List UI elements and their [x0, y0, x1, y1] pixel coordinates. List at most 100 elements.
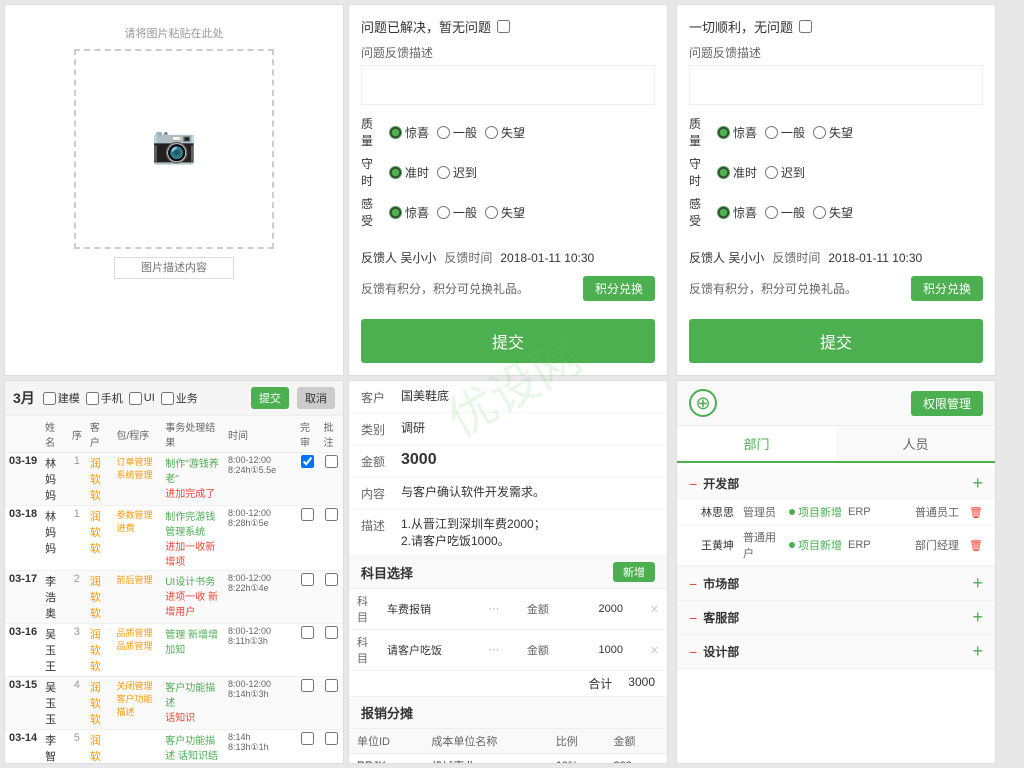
subject-delete-btn[interactable]: ✕ [631, 589, 667, 630]
detail-row-client: 客户 国美鞋底 [349, 381, 667, 413]
row-approve[interactable] [319, 624, 343, 677]
member-type: 普通员工 [915, 504, 959, 520]
type-value: 调研 [401, 419, 655, 436]
dept-collapse-btn[interactable]: − [689, 476, 697, 492]
row-name: 李智鱼 [41, 730, 68, 764]
submit-btn-left[interactable]: 提交 [361, 319, 655, 363]
row-name: 林妈妈 [41, 453, 68, 506]
rating-row-time-left: 守 时 准时 迟到 [361, 155, 655, 189]
row-approve[interactable] [319, 730, 343, 764]
dept-add-member-btn[interactable]: + [972, 607, 983, 628]
resolved-checkbox-right[interactable] [799, 20, 812, 33]
exchange-btn-right[interactable]: 积分兑换 [911, 276, 983, 301]
member-row: 王黄坤 普通用户 项目新增 ERP 部门经理 🗑 [677, 525, 995, 566]
row-date: 03-17 [5, 571, 41, 624]
subject-menu[interactable]: ··· [480, 589, 519, 630]
dept-collapse-btn[interactable]: − [689, 610, 697, 626]
row-result: 制作完游钱管理系统 进加一收新增项 [161, 506, 224, 571]
row-date: 03-18 [5, 506, 41, 571]
dept-name: 开发部 [703, 475, 739, 492]
row-done[interactable] [296, 506, 319, 571]
member-project: 项目新增 [789, 537, 842, 553]
row-done[interactable] [296, 571, 319, 624]
rating-row-quality-right: 质 量 惊喜 一般 失望 [689, 115, 983, 149]
subject-row: 科目 车费报销 ··· 金额 2000 ✕ [349, 589, 667, 630]
submit-btn-right[interactable]: 提交 [689, 319, 983, 363]
row-approve[interactable] [319, 453, 343, 506]
dept-name: 设计部 [703, 643, 739, 660]
row-time: 8:14h 8:13h①1h [224, 730, 296, 764]
dept-name: 市场部 [703, 575, 739, 592]
content-value: 与客户确认软件开发需求。 [401, 483, 655, 500]
task-cancel-btn[interactable]: 取消 [297, 387, 335, 409]
dept-collapse-btn[interactable]: − [689, 644, 697, 660]
quality-radio-group-right: 惊喜 一般 失望 [717, 124, 853, 141]
rights-btn[interactable]: 权限管理 [911, 391, 983, 416]
resolved-row-left: 问题已解决，暂无问题 [361, 17, 655, 36]
row-name: 吴玉玉 [41, 677, 68, 730]
subject-table: 科目 车费报销 ··· 金额 2000 ✕ 科目 请客户吃饭 ··· 金额 10… [349, 589, 667, 671]
col-done: 完审 [296, 416, 319, 453]
exchange-btn-left[interactable]: 积分兑换 [583, 276, 655, 301]
tab-people[interactable]: 人员 [836, 426, 995, 461]
member-name: 林思思 [701, 504, 737, 520]
rating-section-right: 质 量 惊喜 一般 失望 守 时 准时 迟到 感 受 [689, 115, 983, 235]
row-done[interactable] [296, 624, 319, 677]
member-delete-btn[interactable]: 🗑 [969, 539, 983, 552]
rating-section-left: 质 量 惊喜 一般 失望 守 时 准时 迟到 感 受 [361, 115, 655, 235]
row-date: 03-19 [5, 453, 41, 506]
row-date: 03-14 [5, 730, 41, 764]
add-circle-btn[interactable]: ⊕ [689, 389, 717, 417]
row-pkg: 参数管理 进费 [113, 506, 162, 571]
subject-label: 科目 [349, 589, 379, 630]
row-name: 李浩奥 [41, 571, 68, 624]
detail-row-desc: 描述 1.从晋江到深圳车费2000； 2.请客户吃饭1000。 [349, 509, 667, 556]
row-time: 8:00-12:00 8:22h①4e [224, 571, 296, 624]
row-result: 客户功能描述 话知识结构 [161, 730, 224, 764]
dept-collapse-btn[interactable]: − [689, 576, 697, 592]
row-done[interactable] [296, 677, 319, 730]
alloc-col-ratio: 比例 [548, 729, 606, 754]
subject-amount: 1000 [573, 630, 631, 671]
row-date: 03-15 [5, 677, 41, 730]
row-approve[interactable] [319, 571, 343, 624]
rating-row-feeling-left: 感 受 惊喜 一般 失望 [361, 195, 655, 229]
feedback-panel-right: 一切顺利，无问题 问题反馈描述 质 量 惊喜 一般 失望 守 时 [676, 4, 996, 376]
add-subject-btn[interactable]: 新增 [613, 562, 655, 582]
member-type: 部门经理 [915, 537, 959, 553]
feedback-desc-label-left: 问题反馈描述 [361, 44, 655, 61]
row-result: 客户功能描述 话知识 [161, 677, 224, 730]
dept-panel: ⊕ 权限管理 部门 人员 − 开发部 + 林思思 管理员 项目新增 ERP 普通… [676, 380, 996, 764]
resolved-checkbox-left[interactable] [497, 20, 510, 33]
subject-delete-btn[interactable]: ✕ [631, 630, 667, 671]
member-delete-btn[interactable]: 🗑 [969, 506, 983, 519]
row-done[interactable] [296, 453, 319, 506]
rating-row-feeling-right: 感 受 惊喜 一般 失望 [689, 195, 983, 229]
subject-menu[interactable]: ··· [480, 630, 519, 671]
member-name: 王黄坤 [701, 537, 737, 553]
feedback-desc-textarea-right[interactable] [689, 65, 983, 105]
tab-dept[interactable]: 部门 [677, 426, 836, 463]
dept-add-member-btn[interactable]: + [972, 641, 983, 662]
dept-item-header: − 客服部 + [677, 601, 995, 634]
dept-add-member-btn[interactable]: + [972, 473, 983, 494]
time-radio-group-right: 准时 迟到 [717, 164, 805, 181]
image-label-input[interactable] [114, 257, 234, 279]
row-client: 润软软 [86, 571, 113, 624]
points-row-right: 反馈有积分，积分可兑换礼品。 积分兑换 [689, 276, 983, 301]
feedback-desc-textarea-left[interactable] [361, 65, 655, 105]
customer-panel: 客户 国美鞋底 类别 调研 金额 3000 内容 与客户确认软件开发需求。 描述… [348, 380, 668, 764]
table-row: 03-16 吴玉王 3 润软软 品质管理 品质管理 管理 新增增加知 8:00-… [5, 624, 343, 677]
allocation-row: RRJX 机械事业 10% 300 [349, 754, 667, 765]
row-approve[interactable] [319, 506, 343, 571]
row-approve[interactable] [319, 677, 343, 730]
feedback-person-row-left: 反馈人 吴小小 反馈时间 2018-01-11 10:30 [361, 249, 655, 266]
row-client: 润软软 [86, 624, 113, 677]
alloc-amount: 300 [606, 754, 667, 765]
image-panel: 请将图片粘贴在此处 📷 [4, 4, 344, 376]
image-upload-area[interactable]: 📷 [74, 49, 274, 249]
task-submit-btn[interactable]: 提交 [251, 387, 289, 409]
dept-add-member-btn[interactable]: + [972, 573, 983, 594]
dept-item: − 客服部 + [677, 601, 995, 635]
row-done[interactable] [296, 730, 319, 764]
